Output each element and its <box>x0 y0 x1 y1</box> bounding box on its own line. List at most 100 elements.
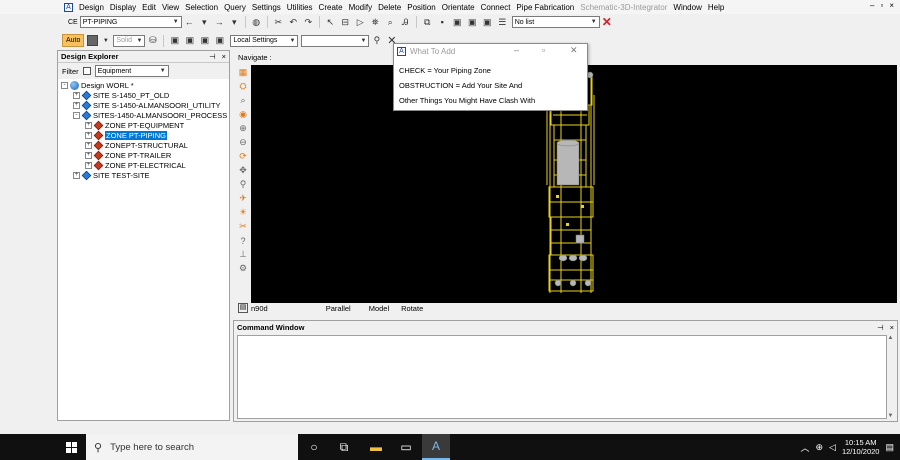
menu-display[interactable]: Display <box>107 3 139 12</box>
view-icon-4[interactable]: ▣ <box>214 35 225 46</box>
view-icon-2[interactable]: ▣ <box>184 35 195 46</box>
cut-icon[interactable]: ✂ <box>273 17 284 28</box>
expand-icon[interactable]: + <box>85 141 92 149</box>
expand-icon[interactable]: + <box>85 161 92 169</box>
disc-icon[interactable]: ◍ <box>251 17 262 28</box>
dropdown-small-icon[interactable]: ▾ <box>199 17 210 28</box>
maximize-icon[interactable]: ▫ <box>542 45 545 55</box>
auto-color-button[interactable]: Auto <box>62 34 85 47</box>
menu-connect[interactable]: Connect <box>478 3 514 12</box>
filter-combo[interactable]: Equipment ▼ <box>94 65 169 77</box>
close-icon[interactable]: × <box>890 323 894 332</box>
ce-combo[interactable]: PT-PIPING ▼ <box>79 16 182 28</box>
terminal-app-icon[interactable]: ▭ <box>392 434 420 460</box>
view-icon-3[interactable]: ▣ <box>199 35 210 46</box>
tree-node-site-test[interactable]: + SITE TEST-SITE <box>58 170 229 180</box>
rotate-mode[interactable]: Rotate <box>401 304 423 313</box>
find-icon[interactable]: ⌕ <box>385 17 396 28</box>
axes-icon[interactable]: ⊥ <box>238 249 249 260</box>
pin-icon[interactable]: ⊣ <box>209 52 216 61</box>
expand-icon[interactable]: + <box>73 171 80 179</box>
copy-icon[interactable]: ⧉ <box>422 17 433 28</box>
close-icon[interactable]: × <box>222 52 226 61</box>
network-globe-icon[interactable]: ⊕ <box>815 442 823 453</box>
walk-icon[interactable]: ⛭ <box>238 81 249 92</box>
menu-edit[interactable]: Edit <box>139 3 159 12</box>
collapse-icon[interactable]: - <box>61 81 68 89</box>
back-arrow-icon[interactable]: ← <box>184 17 195 28</box>
zoom-out-icon[interactable]: ⊖ <box>238 137 249 148</box>
walk-figure-icon[interactable]: ⚲ <box>238 179 249 190</box>
menu-view[interactable]: View <box>159 3 182 12</box>
menu-settings[interactable]: Settings <box>249 3 284 12</box>
menu-design[interactable]: Design <box>76 3 107 12</box>
expand-icon[interactable]: + <box>73 101 80 109</box>
view-cube-icon[interactable]: ▦ <box>238 67 249 78</box>
scroll-up-icon[interactable]: ▲ <box>888 335 894 341</box>
taskbar-search-box[interactable]: ⚲ Type here to search <box>86 434 298 460</box>
select-pointer-icon[interactable]: ↖ <box>325 17 336 28</box>
fly-icon[interactable]: ✈ <box>238 193 249 204</box>
model-mode[interactable]: Model <box>369 304 389 313</box>
expand-icon[interactable]: + <box>85 151 92 159</box>
forward-arrow-icon[interactable]: → <box>214 17 225 28</box>
tree-node-zone-equipment[interactable]: + ZONE PT-EQUIPMENT <box>58 120 229 130</box>
tree-node-site-utility[interactable]: + SITE S-1450-ALMANSOORI_UTILITY <box>58 100 229 110</box>
play-icon[interactable]: ▷ <box>355 17 366 28</box>
expand-icon[interactable]: + <box>85 131 92 139</box>
taskbar-clock[interactable]: 10:15 AM 12/10/2020 <box>842 438 880 456</box>
tag-icon[interactable]: ⛯ <box>370 17 381 28</box>
view-status-icon[interactable]: ▤ <box>238 303 248 313</box>
undo-icon[interactable]: ↶ <box>288 17 299 28</box>
text-tool-icon[interactable]: Ꭿ <box>400 17 411 28</box>
tree-node-zone-trailer[interactable]: + ZONE PT-TRAILER <box>58 150 229 160</box>
window-icon-2[interactable]: ▣ <box>467 17 478 28</box>
close-icon[interactable]: × <box>889 1 894 10</box>
tree-node-site-process[interactable]: - SITES-1450-ALMANSOORI_PROCESS <box>58 110 229 120</box>
collapse-icon[interactable]: - <box>73 111 80 119</box>
tree-node-site-pt-old[interactable]: + SITE S-1450_PT_OLD <box>58 90 229 100</box>
tree-node-zone-electrical[interactable]: + ZONE PT-ELECTRICAL <box>58 160 229 170</box>
expand-icon[interactable]: + <box>85 121 92 129</box>
menu-orientate[interactable]: Orientate <box>439 3 478 12</box>
menu-query[interactable]: Query <box>221 3 249 12</box>
menu-utilities[interactable]: Utilities <box>284 3 316 12</box>
plant-design-app-icon[interactable]: A <box>422 434 450 460</box>
clear-list-icon[interactable]: ✕ <box>602 15 612 29</box>
help-doc-icon[interactable]: ? <box>238 235 249 246</box>
menu-help[interactable]: Help <box>705 3 727 12</box>
tray-chevron-icon[interactable]: ︿ <box>800 441 809 454</box>
clip-icon[interactable]: ✂ <box>238 221 249 232</box>
empty-combo[interactable]: ▼ <box>301 34 370 47</box>
zoom-in-icon[interactable]: ⊕ <box>238 123 249 134</box>
cortana-icon[interactable]: ○ <box>300 434 328 460</box>
menu-delete[interactable]: Delete <box>375 3 404 12</box>
filter-checkbox[interactable] <box>82 67 91 75</box>
list-combo[interactable]: No list ▼ <box>511 16 600 28</box>
expand-icon[interactable]: + <box>73 91 80 99</box>
task-view-icon[interactable]: ⧉ <box>330 434 358 460</box>
color-swatch[interactable] <box>87 35 99 46</box>
dropdown-small-icon-3[interactable]: ▼ <box>100 35 111 46</box>
restore-icon[interactable]: ▫ <box>880 1 883 10</box>
settings-gear-icon[interactable]: ⚙ <box>238 263 249 274</box>
pan-icon[interactable]: ✥ <box>238 165 249 176</box>
dialog-titlebar[interactable]: A What To Add – ▫ ✕ <box>394 44 587 58</box>
settings-combo[interactable]: Local Settings ▼ <box>230 34 299 47</box>
menu-create[interactable]: Create <box>316 3 346 12</box>
list-icon[interactable]: ☰ <box>497 17 508 28</box>
menu-position[interactable]: Position <box>404 3 438 12</box>
window-icon-3[interactable]: ▣ <box>482 17 493 28</box>
menu-selection[interactable]: Selection <box>182 3 221 12</box>
menu-pipe-fabrication[interactable]: Pipe Fabrication <box>513 3 577 12</box>
graphics-pick-icon[interactable]: ⊟ <box>340 17 351 28</box>
projection-mode[interactable]: Parallel <box>326 304 351 313</box>
tree-node-zone-structural[interactable]: + ZONEPT-STRUCTURAL <box>58 140 229 150</box>
windows-start-icon[interactable] <box>66 441 77 453</box>
menu-modify[interactable]: Modify <box>346 3 376 12</box>
light-icon[interactable]: ☀ <box>238 207 249 218</box>
dropdown-small-icon-2[interactable]: ▾ <box>229 17 240 28</box>
pin-icon[interactable]: ⊣ <box>877 323 884 332</box>
notification-icon[interactable]: ▤ <box>885 442 894 453</box>
scroll-down-icon[interactable]: ▼ <box>888 413 894 419</box>
